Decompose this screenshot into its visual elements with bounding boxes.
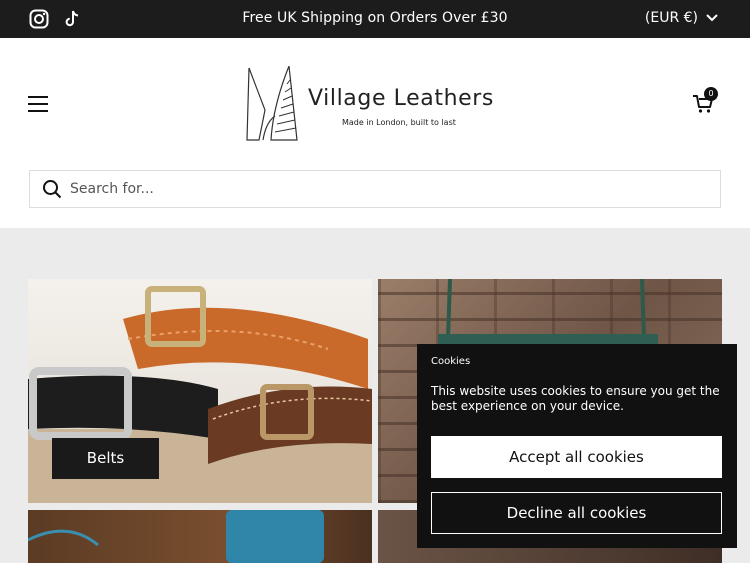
site-header: Village Leathers Made in London, built t… [0,38,750,228]
currency-label: (EUR €) [644,10,698,26]
search-input[interactable] [70,171,710,207]
shard-logo-icon [246,65,298,141]
brand-name: Village Leathers [308,86,494,111]
search-icon [42,179,62,199]
site-logo[interactable]: Village Leathers Made in London, built t… [245,65,525,142]
search-bar[interactable] [29,170,721,208]
collection-label[interactable]: Belts [52,438,159,479]
collection-tile-belts[interactable]: Belts [28,279,372,503]
accept-cookies-button[interactable]: Accept all cookies [431,436,722,478]
cart-button[interactable]: 0 [692,87,720,118]
cookie-banner: Cookies This website uses cookies to ens… [417,344,737,548]
menu-icon[interactable] [28,96,48,112]
brand-tagline: Made in London, built to last [342,118,456,127]
cart-count-badge: 0 [704,87,718,101]
currency-selector[interactable]: (EUR €) [645,10,718,26]
chevron-down-icon [706,10,718,26]
announcement-bar: Free UK Shipping on Orders Over £30 (EUR… [0,0,750,38]
collection-tile-3[interactable] [28,510,372,563]
announcement-text: Free UK Shipping on Orders Over £30 [242,10,508,26]
wallet-image [28,510,324,563]
cookie-text: This website uses cookies to ensure you … [431,384,720,413]
decline-cookies-button[interactable]: Decline all cookies [431,492,722,534]
cookie-title: Cookies [431,356,471,367]
